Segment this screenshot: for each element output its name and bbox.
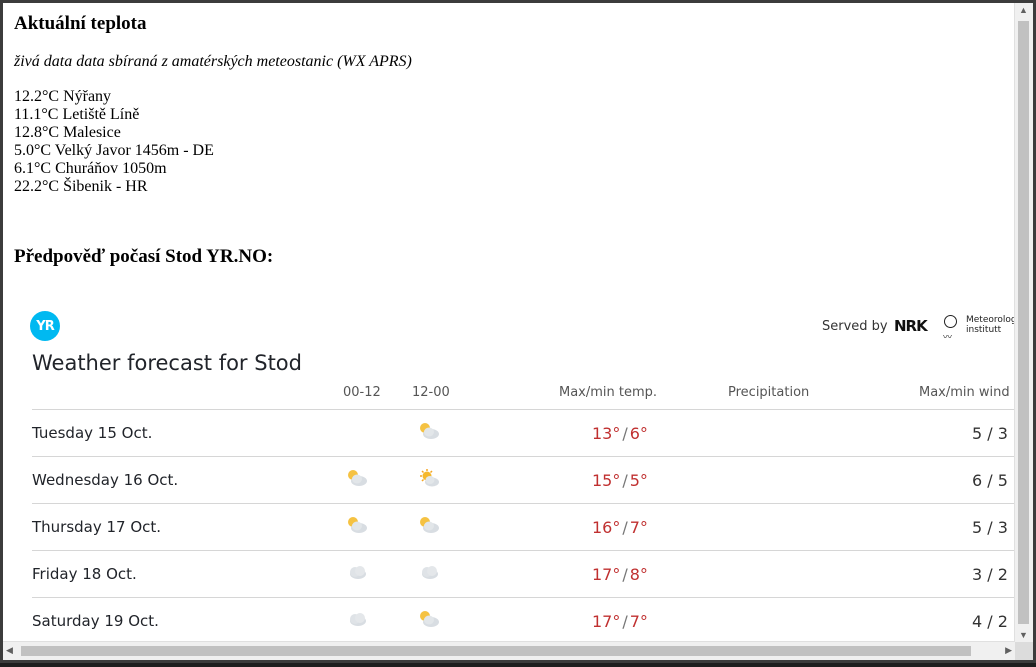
forecast-wind: 5 / 3 m (972, 424, 1015, 443)
forecast-temp: 17°/8° (592, 565, 648, 584)
forecast-day: Friday 18 Oct. (32, 565, 137, 583)
scrollbar-corner (1015, 642, 1033, 660)
min-temp: 5° (629, 471, 648, 490)
temp-separator: / (622, 424, 628, 443)
forecast-wind: 4 / 2 m (972, 612, 1015, 631)
forecast-day: Saturday 19 Oct. (32, 612, 159, 630)
max-temp: 16° (592, 518, 621, 537)
temperature-item: 6.1°C Churáňov 1050m (14, 160, 167, 177)
partly-cloudy-icon (345, 515, 369, 535)
forecast-wind: 6 / 5 m (972, 471, 1015, 490)
forecast-rows: Tuesday 15 Oct.13°/6°5 / 3 mWednesday 16… (32, 409, 1015, 642)
page-heading: Aktuální teplota (14, 13, 147, 34)
served-by-label: Served by (822, 319, 888, 334)
col-header-precip: Precipitation (728, 385, 810, 400)
forecast-row[interactable]: Wednesday 16 Oct. 15°/5° 6 / 5 m (32, 456, 1015, 503)
page-content: Aktuální teplota živá data data sbíraná … (3, 3, 1015, 642)
partly-cloudy-icon (345, 468, 369, 488)
yr-logo[interactable]: YR (30, 311, 60, 341)
min-temp: 7° (629, 612, 648, 631)
vertical-scroll-thumb[interactable] (1018, 21, 1029, 624)
vertical-scrollbar[interactable]: ▲ ▼ (1014, 3, 1033, 642)
min-temp: 6° (629, 424, 648, 443)
forecast-temp: 13°/6° (592, 424, 648, 443)
partly-cloudy-icon (417, 515, 441, 535)
partly-cloudy-icon (417, 609, 441, 629)
forecast-temp: 15°/5° (592, 471, 648, 490)
temp-separator: / (622, 518, 628, 537)
met-wave-icon: 〰 (943, 333, 953, 343)
temperature-item: 12.2°C Nýřany (14, 88, 112, 105)
max-temp: 17° (592, 565, 621, 584)
min-temp: 8° (629, 565, 648, 584)
temp-separator: / (622, 612, 628, 631)
col-header-00-12: 00-12 (343, 385, 381, 400)
scroll-up-icon[interactable]: ▲ (1019, 5, 1028, 15)
partly-cloudy-icon (417, 421, 441, 441)
horizontal-scrollbar[interactable]: ◀ ▶ (3, 641, 1015, 660)
max-temp: 17° (592, 612, 621, 631)
col-header-wind: Max/min wind m (919, 385, 1015, 400)
col-header-temp: Max/min temp. (559, 385, 658, 400)
max-temp: 13° (592, 424, 621, 443)
col-header-12-00: 12-00 (412, 385, 450, 400)
temperature-item: 11.1°C Letiště Líně (14, 106, 140, 123)
forecast-temp: 16°/7° (592, 518, 648, 537)
temp-separator: / (622, 565, 628, 584)
forecast-row[interactable]: Friday 18 Oct. 17°/8° 3 / 2 m (32, 550, 1015, 597)
temperature-item: 5.0°C Velký Javor 1456m - DE (14, 142, 214, 159)
nrk-logo[interactable]: NRK (894, 317, 928, 335)
forecast-temp: 17°/7° (592, 612, 648, 631)
forecast-day: Tuesday 15 Oct. (32, 424, 153, 442)
forecast-row[interactable]: Saturday 19 Oct. 17°/7° 4 / 2 m (32, 597, 1015, 642)
sun-cloud-icon (417, 468, 441, 488)
min-temp: 7° (629, 518, 648, 537)
forecast-row[interactable]: Tuesday 15 Oct. 13°/6° 5 / 3 m (32, 409, 1015, 456)
browser-window: Aktuální teplota živá data data sbíraná … (0, 0, 1036, 663)
met-logo-text[interactable]: Meteorologi institutt (966, 315, 1015, 335)
page-subtitle: živá data data sbíraná z amatérských met… (14, 53, 412, 70)
max-temp: 15° (592, 471, 621, 490)
met-logo-icon (944, 315, 957, 328)
forecast-title: Weather forecast for Stod (32, 351, 302, 375)
forecast-wind: 5 / 3 m (972, 518, 1015, 537)
forecast-day: Wednesday 16 Oct. (32, 471, 179, 489)
cloud-icon (345, 562, 369, 582)
forecast-table-header: 00-12 12-00 Max/min temp. Precipitation … (32, 385, 1015, 409)
scroll-down-icon[interactable]: ▼ (1019, 630, 1028, 640)
forecast-wind: 3 / 2 m (972, 565, 1015, 584)
scroll-right-icon[interactable]: ▶ (1005, 645, 1012, 656)
temperature-item: 12.8°C Malesice (14, 124, 121, 141)
forecast-day: Thursday 17 Oct. (32, 518, 162, 536)
cloud-icon (417, 562, 441, 582)
temperature-list: 12.2°C Nýřany 11.1°C Letiště Líně 12.8°C… (14, 88, 1015, 196)
forecast-row[interactable]: Thursday 17 Oct. 16°/7° 5 / 3 m (32, 503, 1015, 550)
cloud-icon (345, 609, 369, 629)
scroll-left-icon[interactable]: ◀ (6, 645, 13, 656)
temp-separator: / (622, 471, 628, 490)
forecast-heading: Předpověď počasí Stod YR.NO: (14, 246, 274, 267)
temperature-item: 22.2°C Šibenik - HR (14, 178, 148, 195)
horizontal-scroll-thumb[interactable] (21, 646, 971, 656)
